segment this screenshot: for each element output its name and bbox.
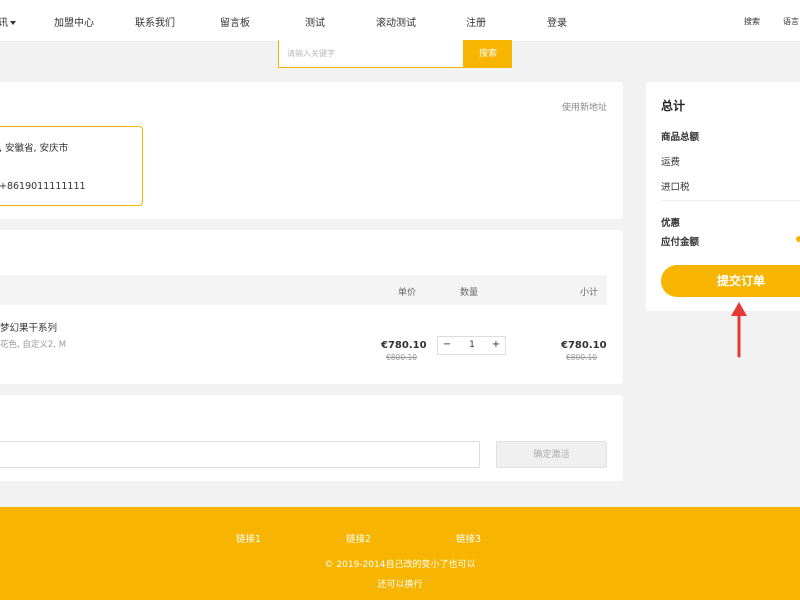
- goods-total-label: 商品总额: [661, 132, 700, 143]
- top-nav: 讯 加盟中心 联系我们 留言板 测试 滚动测试 注册 登录 搜索 语言: [0, 0, 800, 42]
- unit-price-original: €800.10: [386, 353, 418, 362]
- footer-link-2[interactable]: 链接2: [346, 531, 371, 545]
- search-button[interactable]: 搜索: [464, 40, 512, 68]
- footer-note: 还可以换行: [377, 580, 423, 590]
- search-input[interactable]: 请输入关键字: [278, 40, 464, 68]
- quantity-stepper: − 1 +: [437, 336, 506, 355]
- nav-item-scroll-test[interactable]: 滚动测试: [376, 14, 416, 29]
- column-subtotal: 小计: [580, 288, 599, 298]
- nav-item-test[interactable]: 测试: [305, 14, 325, 29]
- coupon-code-input[interactable]: [0, 441, 480, 468]
- nav-search-link[interactable]: 搜索: [744, 16, 760, 27]
- use-new-address-link[interactable]: 使用新地址: [562, 100, 607, 113]
- unit-price: €780.10: [381, 340, 427, 351]
- discount-label: 优惠: [661, 218, 681, 229]
- quantity-value[interactable]: 1: [462, 340, 482, 350]
- address-phone: +8619011111111: [0, 181, 86, 192]
- submit-order-button[interactable]: 提交订单: [661, 265, 800, 297]
- selected-address[interactable]: , 安徽省, 安庆市 +8619011111111: [0, 126, 143, 206]
- footer-copyright: © 2019-2014自己改的变小了也可以: [324, 560, 476, 570]
- import-tax-label: 进口税: [661, 182, 690, 193]
- nav-item-login[interactable]: 登录: [547, 14, 567, 29]
- nav-item-news[interactable]: 讯: [0, 14, 16, 29]
- subtotal-price-original: €800.10: [566, 353, 598, 362]
- footer-link-3[interactable]: 链接3: [456, 531, 481, 545]
- increase-button[interactable]: +: [489, 339, 503, 350]
- decrease-button[interactable]: −: [440, 339, 454, 350]
- nav-item-register[interactable]: 注册: [466, 14, 486, 29]
- column-qty: 数量: [460, 288, 479, 298]
- activate-coupon-button[interactable]: 确定激活: [496, 441, 607, 468]
- arrow-up-icon: [731, 302, 747, 358]
- nav-item-franchise[interactable]: 加盟中心: [54, 14, 94, 29]
- order-summary-card: 总计 商品总额 运费 进口税 优惠 应付金额 提交订单: [646, 82, 800, 311]
- nav-item-contact[interactable]: 联系我们: [135, 14, 175, 29]
- search-placeholder: 请输入关键字: [287, 49, 335, 58]
- payable-indicator: [796, 236, 800, 242]
- coupon-card: 确定激活: [0, 395, 623, 481]
- column-price: 单价: [398, 288, 417, 298]
- address-card: 使用新地址 , 安徽省, 安庆市 +8619011111111: [0, 82, 623, 219]
- goods-card: 单价 数量 小计 梦幻果干系列 花色, 自定义2, M €780.10 €800…: [0, 230, 623, 384]
- nav-language-link[interactable]: 语言: [783, 16, 799, 27]
- subtotal-price: €780.10: [561, 340, 607, 351]
- nav-item-messages[interactable]: 留言板: [220, 14, 250, 29]
- footer-link-1[interactable]: 链接1: [236, 531, 261, 545]
- goods-table-header: 单价 数量 小计: [0, 275, 607, 305]
- address-region: , 安徽省, 安庆市: [0, 143, 69, 154]
- summary-divider: [661, 200, 800, 201]
- chevron-down-icon: [10, 21, 16, 25]
- footer: 链接1 链接2 链接3 © 2019-2014自己改的变小了也可以 还可以换行: [0, 507, 800, 600]
- payable-label: 应付金额: [661, 237, 700, 248]
- product-spec: 花色, 自定义2, M: [0, 340, 67, 350]
- shipping-label: 运费: [661, 157, 681, 168]
- summary-title: 总计: [661, 99, 686, 113]
- product-name[interactable]: 梦幻果干系列: [0, 320, 57, 334]
